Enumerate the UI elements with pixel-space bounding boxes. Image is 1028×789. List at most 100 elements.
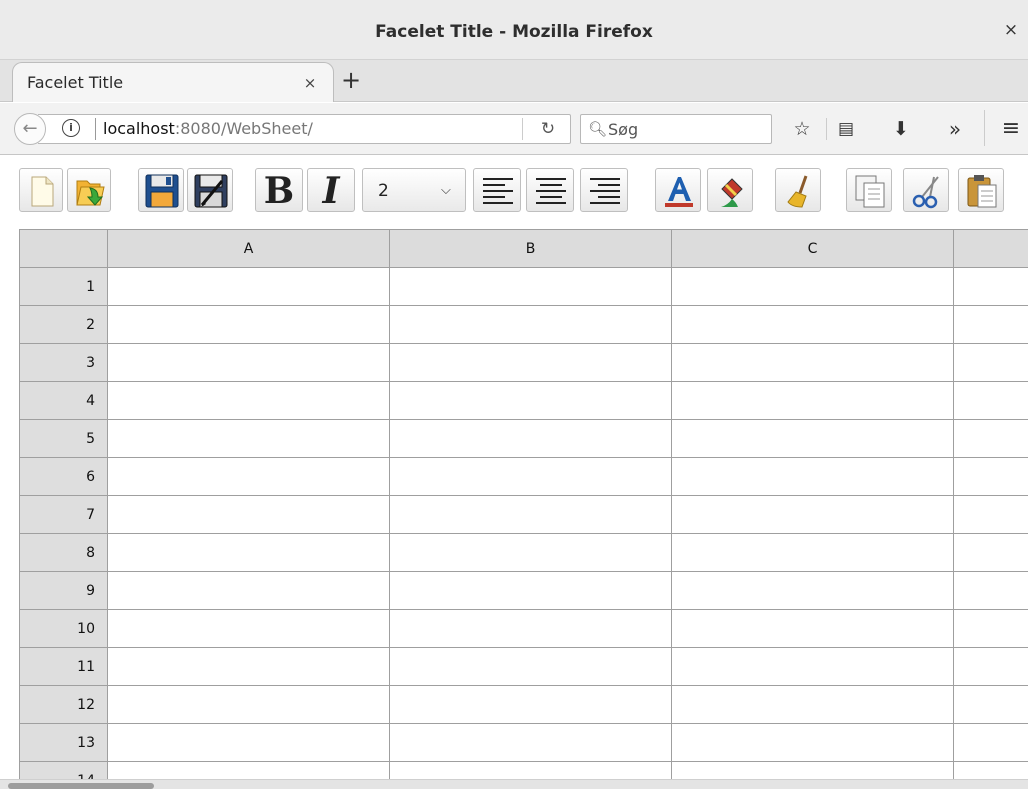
row-header[interactable]: 3 — [19, 343, 108, 382]
cell[interactable] — [107, 457, 390, 496]
corner-cell[interactable] — [19, 229, 108, 268]
column-header-d[interactable] — [953, 229, 1028, 268]
row-header[interactable]: 10 — [19, 609, 108, 648]
cell[interactable] — [107, 685, 390, 724]
info-icon[interactable]: i — [62, 119, 80, 137]
cell[interactable] — [953, 761, 1028, 779]
cell[interactable] — [389, 647, 672, 686]
cell[interactable] — [953, 685, 1028, 724]
cell[interactable] — [389, 685, 672, 724]
save-button[interactable] — [138, 168, 184, 212]
overflow-chevron-icon[interactable]: » — [940, 114, 970, 144]
cell[interactable] — [671, 381, 954, 420]
window-close-button[interactable]: × — [1002, 21, 1020, 39]
clear-format-button[interactable] — [775, 168, 821, 212]
cell[interactable] — [953, 723, 1028, 762]
cell[interactable] — [389, 533, 672, 572]
row-header[interactable]: 5 — [19, 419, 108, 458]
cell[interactable] — [953, 381, 1028, 420]
row-header[interactable]: 11 — [19, 647, 108, 686]
cell[interactable] — [389, 305, 672, 344]
cell[interactable] — [107, 495, 390, 534]
cell[interactable] — [389, 343, 672, 382]
cell[interactable] — [389, 723, 672, 762]
cell[interactable] — [389, 571, 672, 610]
cell[interactable] — [953, 267, 1028, 306]
tab-close-icon[interactable]: × — [301, 73, 319, 93]
cell[interactable] — [107, 267, 390, 306]
cell[interactable] — [671, 533, 954, 572]
horizontal-scrollbar[interactable] — [0, 779, 1028, 789]
cell[interactable] — [107, 723, 390, 762]
cell[interactable] — [671, 723, 954, 762]
cell[interactable] — [107, 419, 390, 458]
cell[interactable] — [389, 419, 672, 458]
cell[interactable] — [671, 495, 954, 534]
cell[interactable] — [671, 419, 954, 458]
cell[interactable] — [671, 609, 954, 648]
cell[interactable] — [953, 343, 1028, 382]
cell[interactable] — [671, 571, 954, 610]
align-center-button[interactable] — [526, 168, 574, 212]
copy-button[interactable] — [846, 168, 892, 212]
row-header[interactable]: 8 — [19, 533, 108, 572]
new-tab-button[interactable]: + — [338, 66, 364, 96]
align-right-button[interactable] — [580, 168, 628, 212]
hamburger-menu-icon[interactable]: ≡ — [996, 114, 1026, 144]
column-header-a[interactable]: A — [107, 229, 390, 268]
row-header[interactable]: 9 — [19, 571, 108, 610]
cell[interactable] — [107, 305, 390, 344]
fill-color-button[interactable] — [707, 168, 753, 212]
cell[interactable] — [107, 381, 390, 420]
new-document-button[interactable] — [19, 168, 63, 212]
cell[interactable] — [953, 419, 1028, 458]
cell[interactable] — [671, 457, 954, 496]
url-text[interactable]: localhost:8080/WebSheet/ — [103, 114, 313, 144]
italic-button[interactable]: I — [307, 168, 355, 212]
cell[interactable] — [389, 609, 672, 648]
cell[interactable] — [107, 343, 390, 382]
cut-button[interactable] — [903, 168, 949, 212]
row-header[interactable]: 4 — [19, 381, 108, 420]
reload-icon[interactable]: ↻ — [533, 114, 563, 144]
font-color-button[interactable] — [655, 168, 701, 212]
cell[interactable] — [671, 267, 954, 306]
cell[interactable] — [953, 609, 1028, 648]
cell[interactable] — [107, 761, 390, 779]
download-icon[interactable]: ⬇ — [886, 114, 916, 144]
back-arrow-icon[interactable]: ← — [14, 113, 46, 145]
open-folder-button[interactable] — [67, 168, 111, 212]
cell[interactable] — [671, 305, 954, 344]
cell[interactable] — [671, 343, 954, 382]
row-header[interactable]: 1 — [19, 267, 108, 306]
row-header[interactable]: 14 — [19, 761, 108, 779]
row-header[interactable]: 12 — [19, 685, 108, 724]
tab-facelet-title[interactable]: Facelet Title × — [12, 62, 334, 102]
paste-button[interactable] — [958, 168, 1004, 212]
cell[interactable] — [389, 495, 672, 534]
cell[interactable] — [107, 533, 390, 572]
row-header[interactable]: 7 — [19, 495, 108, 534]
horizontal-scrollbar-thumb[interactable] — [8, 783, 154, 789]
font-size-select[interactable]: 2 ⌵ — [362, 168, 466, 212]
align-left-button[interactable] — [473, 168, 521, 212]
cell[interactable] — [953, 305, 1028, 344]
row-header[interactable]: 2 — [19, 305, 108, 344]
cell[interactable] — [107, 609, 390, 648]
cell[interactable] — [953, 533, 1028, 572]
column-header-b[interactable]: B — [389, 229, 672, 268]
cell[interactable] — [389, 381, 672, 420]
search-input[interactable] — [608, 116, 764, 142]
cell[interactable] — [671, 647, 954, 686]
cell[interactable] — [389, 267, 672, 306]
cell[interactable] — [107, 571, 390, 610]
cell[interactable] — [671, 761, 954, 779]
row-header[interactable]: 6 — [19, 457, 108, 496]
bookmark-star-icon[interactable]: ☆ — [787, 114, 817, 144]
cell[interactable] — [107, 647, 390, 686]
cell[interactable] — [389, 457, 672, 496]
cell[interactable] — [953, 571, 1028, 610]
cell[interactable] — [953, 495, 1028, 534]
bold-button[interactable]: B — [255, 168, 303, 212]
row-header[interactable]: 13 — [19, 723, 108, 762]
